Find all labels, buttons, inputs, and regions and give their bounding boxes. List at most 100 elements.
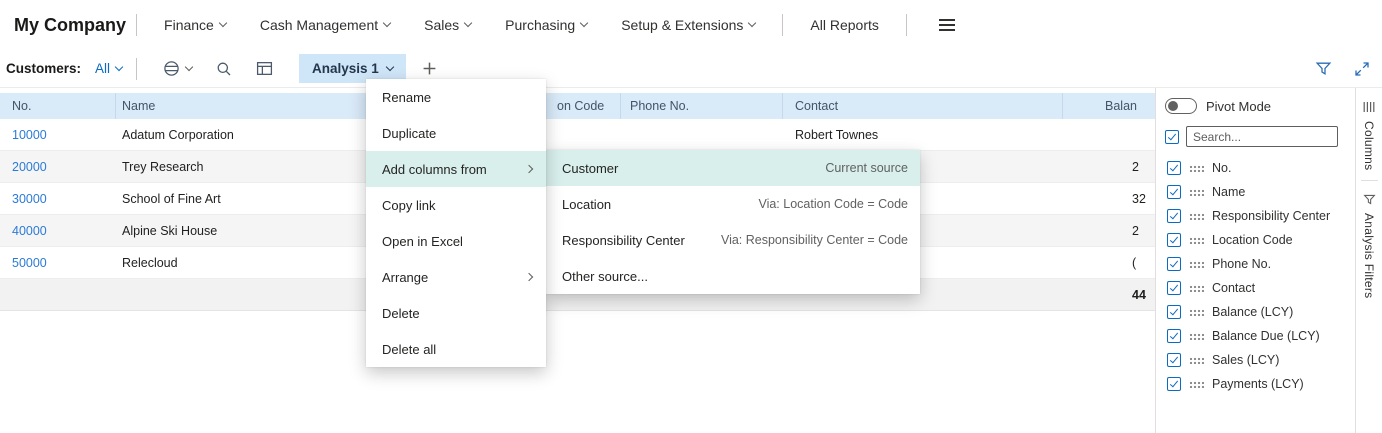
nav-item-purchasing[interactable]: Purchasing xyxy=(505,17,589,33)
toolbar-divider xyxy=(136,57,138,80)
hamburger-menu-icon[interactable] xyxy=(938,18,955,32)
filter-icon[interactable] xyxy=(1315,60,1332,77)
checkbox-checked[interactable] xyxy=(1167,233,1181,247)
customer-no-link[interactable]: 10000 xyxy=(12,119,47,151)
menu-item-delete[interactable]: Delete xyxy=(366,295,546,331)
check-icon xyxy=(1169,330,1179,340)
table-row[interactable]: 10000 Adatum Corporation Robert Townes xyxy=(0,119,1155,151)
column-header-balance[interactable]: Balan xyxy=(1105,93,1137,119)
field-item-responsibility-center[interactable]: Responsibility Center xyxy=(1156,204,1355,228)
column-header-no[interactable]: No. xyxy=(12,93,31,119)
nav-item-finance[interactable]: Finance xyxy=(164,17,228,33)
nav-item-setup-extensions[interactable]: Setup & Extensions xyxy=(621,17,757,33)
column-separator[interactable] xyxy=(1062,93,1063,119)
column-header-name[interactable]: Name xyxy=(122,93,155,119)
column-header-contact[interactable]: Contact xyxy=(795,93,838,119)
drag-handle-icon[interactable] xyxy=(1189,380,1204,388)
customer-no-link[interactable]: 30000 xyxy=(12,183,47,215)
field-item-name[interactable]: Name xyxy=(1156,180,1355,204)
checkbox-checked[interactable] xyxy=(1167,305,1181,319)
toggle-knob xyxy=(1168,101,1178,111)
submenu-item-location[interactable]: Location Via: Location Code = Code xyxy=(546,186,920,222)
field-search-input[interactable] xyxy=(1186,126,1338,147)
pivot-mode-toggle[interactable] xyxy=(1165,98,1197,114)
submenu-item-customer[interactable]: Customer Current source xyxy=(546,150,920,186)
customer-no-link[interactable]: 20000 xyxy=(12,151,47,183)
drag-handle-icon[interactable] xyxy=(1189,188,1204,196)
drag-handle-icon[interactable] xyxy=(1189,284,1204,292)
menu-item-label: Arrange xyxy=(382,269,429,285)
check-icon xyxy=(1169,354,1179,364)
menu-item-duplicate[interactable]: Duplicate xyxy=(366,115,546,151)
nav-item-cash-management[interactable]: Cash Management xyxy=(260,17,392,33)
drag-handle-icon[interactable] xyxy=(1189,356,1204,364)
nav-item-label: Finance xyxy=(164,17,214,33)
column-separator[interactable] xyxy=(620,93,621,119)
checkbox-checked[interactable] xyxy=(1167,209,1181,223)
checkbox-checked[interactable] xyxy=(1167,185,1181,199)
drag-handle-icon[interactable] xyxy=(1189,260,1204,268)
field-item-phone-no[interactable]: Phone No. xyxy=(1156,252,1355,276)
total-balance: 44 xyxy=(1132,288,1146,302)
field-item-no[interactable]: No. xyxy=(1156,156,1355,180)
submenu-item-responsibility-center[interactable]: Responsibility Center Via: Responsibilit… xyxy=(546,222,920,258)
menu-item-label: Duplicate xyxy=(382,125,437,141)
nav-item-all-reports[interactable]: All Reports xyxy=(810,17,878,33)
add-analysis-tab-icon[interactable] xyxy=(422,61,437,76)
checkbox-checked[interactable] xyxy=(1167,329,1181,343)
check-icon xyxy=(1169,378,1179,388)
checkbox-checked[interactable] xyxy=(1167,353,1181,367)
nav-divider xyxy=(905,14,907,36)
side-tab-strip: Columns Analysis Filters xyxy=(1355,88,1382,433)
menu-item-rename[interactable]: Rename xyxy=(366,79,546,115)
checkbox-checked[interactable] xyxy=(1167,377,1181,391)
checkbox-checked[interactable] xyxy=(1167,281,1181,295)
fullscreen-expand-icon[interactable] xyxy=(1354,61,1370,77)
menu-item-add-columns-from[interactable]: Add columns from xyxy=(366,151,546,187)
submenu-item-other-source[interactable]: Other source... xyxy=(546,258,920,294)
customer-no-link[interactable]: 40000 xyxy=(12,215,47,247)
analysis-views-icon[interactable] xyxy=(163,60,194,77)
field-item-balance-due-lcy[interactable]: Balance Due (LCY) xyxy=(1156,324,1355,348)
drag-handle-icon[interactable] xyxy=(1189,308,1204,316)
column-separator[interactable] xyxy=(782,93,783,119)
menu-item-open-in-excel[interactable]: Open in Excel xyxy=(366,223,546,259)
drag-handle-icon[interactable] xyxy=(1189,236,1204,244)
view-filter-all[interactable]: All xyxy=(95,61,124,76)
checkbox-checked[interactable] xyxy=(1167,161,1181,175)
select-all-checkbox[interactable] xyxy=(1165,129,1179,144)
chevron-down-icon xyxy=(218,18,228,28)
drag-handle-icon[interactable] xyxy=(1189,164,1204,172)
drag-handle-icon[interactable] xyxy=(1189,212,1204,220)
search-icon[interactable] xyxy=(216,61,232,77)
field-item-contact[interactable]: Contact xyxy=(1156,276,1355,300)
customer-no-link[interactable]: 50000 xyxy=(12,247,47,279)
column-header-location-code[interactable]: on Code xyxy=(557,93,604,119)
column-separator[interactable] xyxy=(115,93,116,119)
menu-item-delete-all[interactable]: Delete all xyxy=(366,331,546,367)
field-list: No. Name Responsibility Center Location … xyxy=(1156,156,1355,396)
menu-item-arrange[interactable]: Arrange xyxy=(366,259,546,295)
field-label: Balance (LCY) xyxy=(1212,305,1294,319)
field-item-location-code[interactable]: Location Code xyxy=(1156,228,1355,252)
field-label: Balance Due (LCY) xyxy=(1212,329,1320,343)
tab-analysis-filters[interactable]: Analysis Filters xyxy=(1362,181,1376,308)
check-icon xyxy=(1167,131,1177,140)
chevron-down-icon xyxy=(184,62,194,71)
submenu-item-label: Responsibility Center xyxy=(562,232,685,248)
drag-handle-icon[interactable] xyxy=(1189,332,1204,340)
checkbox-checked[interactable] xyxy=(1167,257,1181,271)
field-label: Location Code xyxy=(1212,233,1293,247)
field-item-balance-lcy[interactable]: Balance (LCY) xyxy=(1156,300,1355,324)
nav-item-sales[interactable]: Sales xyxy=(424,17,473,33)
menu-item-copy-link[interactable]: Copy link xyxy=(366,187,546,223)
tab-columns[interactable]: Columns xyxy=(1362,88,1376,180)
nav-item-label: Purchasing xyxy=(505,17,576,33)
column-header-phone[interactable]: Phone No. xyxy=(630,93,689,119)
top-navigation: My Company Finance Cash Management Sales… xyxy=(0,0,1382,50)
company-name[interactable]: My Company xyxy=(14,15,126,36)
field-item-payments-lcy[interactable]: Payments (LCY) xyxy=(1156,372,1355,396)
edit-list-icon[interactable] xyxy=(256,60,273,77)
field-item-sales-lcy[interactable]: Sales (LCY) xyxy=(1156,348,1355,372)
tab-columns-label: Columns xyxy=(1362,121,1376,171)
